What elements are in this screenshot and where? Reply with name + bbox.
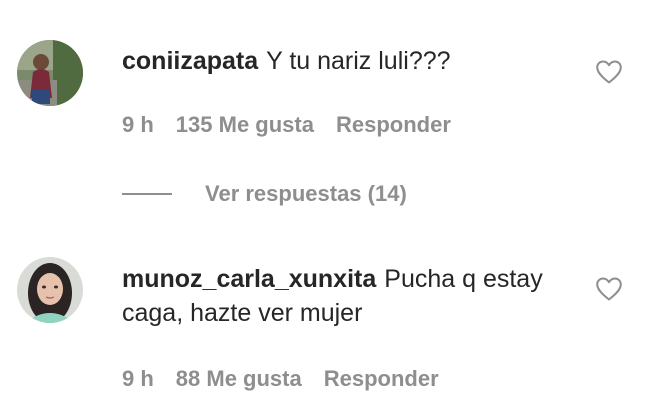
comment-meta: 9 h 88 Me gusta Responder bbox=[122, 366, 461, 392]
avatar-image bbox=[17, 257, 83, 323]
comment-time[interactable]: 9 h bbox=[122, 366, 154, 391]
replies-divider-line bbox=[122, 193, 172, 195]
comment-username[interactable]: munoz_carla_xunxita bbox=[122, 265, 376, 293]
comment-body: munoz_carla_xunxita Pucha q estay caga, h… bbox=[122, 262, 552, 330]
comment-likes[interactable]: 88 Me gusta bbox=[176, 366, 302, 391]
like-button[interactable] bbox=[595, 276, 623, 302]
comment-time[interactable]: 9 h bbox=[122, 112, 154, 137]
comment-likes[interactable]: 135 Me gusta bbox=[176, 112, 314, 137]
heart-outline-icon bbox=[596, 277, 622, 301]
comment-meta: 9 h 135 Me gusta Responder bbox=[122, 112, 473, 138]
reply-button[interactable]: Responder bbox=[324, 366, 439, 391]
avatar-image bbox=[17, 40, 83, 106]
view-replies-label: Ver respuestas (14) bbox=[205, 181, 407, 206]
avatar[interactable] bbox=[17, 40, 83, 106]
heart-outline-icon bbox=[596, 60, 622, 84]
avatar[interactable] bbox=[17, 257, 83, 323]
comment-username[interactable]: coniizapata bbox=[122, 47, 258, 75]
comment-body: coniizapata Y tu nariz luli??? bbox=[122, 44, 552, 78]
view-replies-button[interactable]: Ver respuestas (14) bbox=[122, 180, 407, 208]
reply-button[interactable]: Responder bbox=[336, 112, 451, 137]
like-button[interactable] bbox=[595, 59, 623, 85]
comment-text: Y tu nariz luli??? bbox=[266, 47, 451, 75]
